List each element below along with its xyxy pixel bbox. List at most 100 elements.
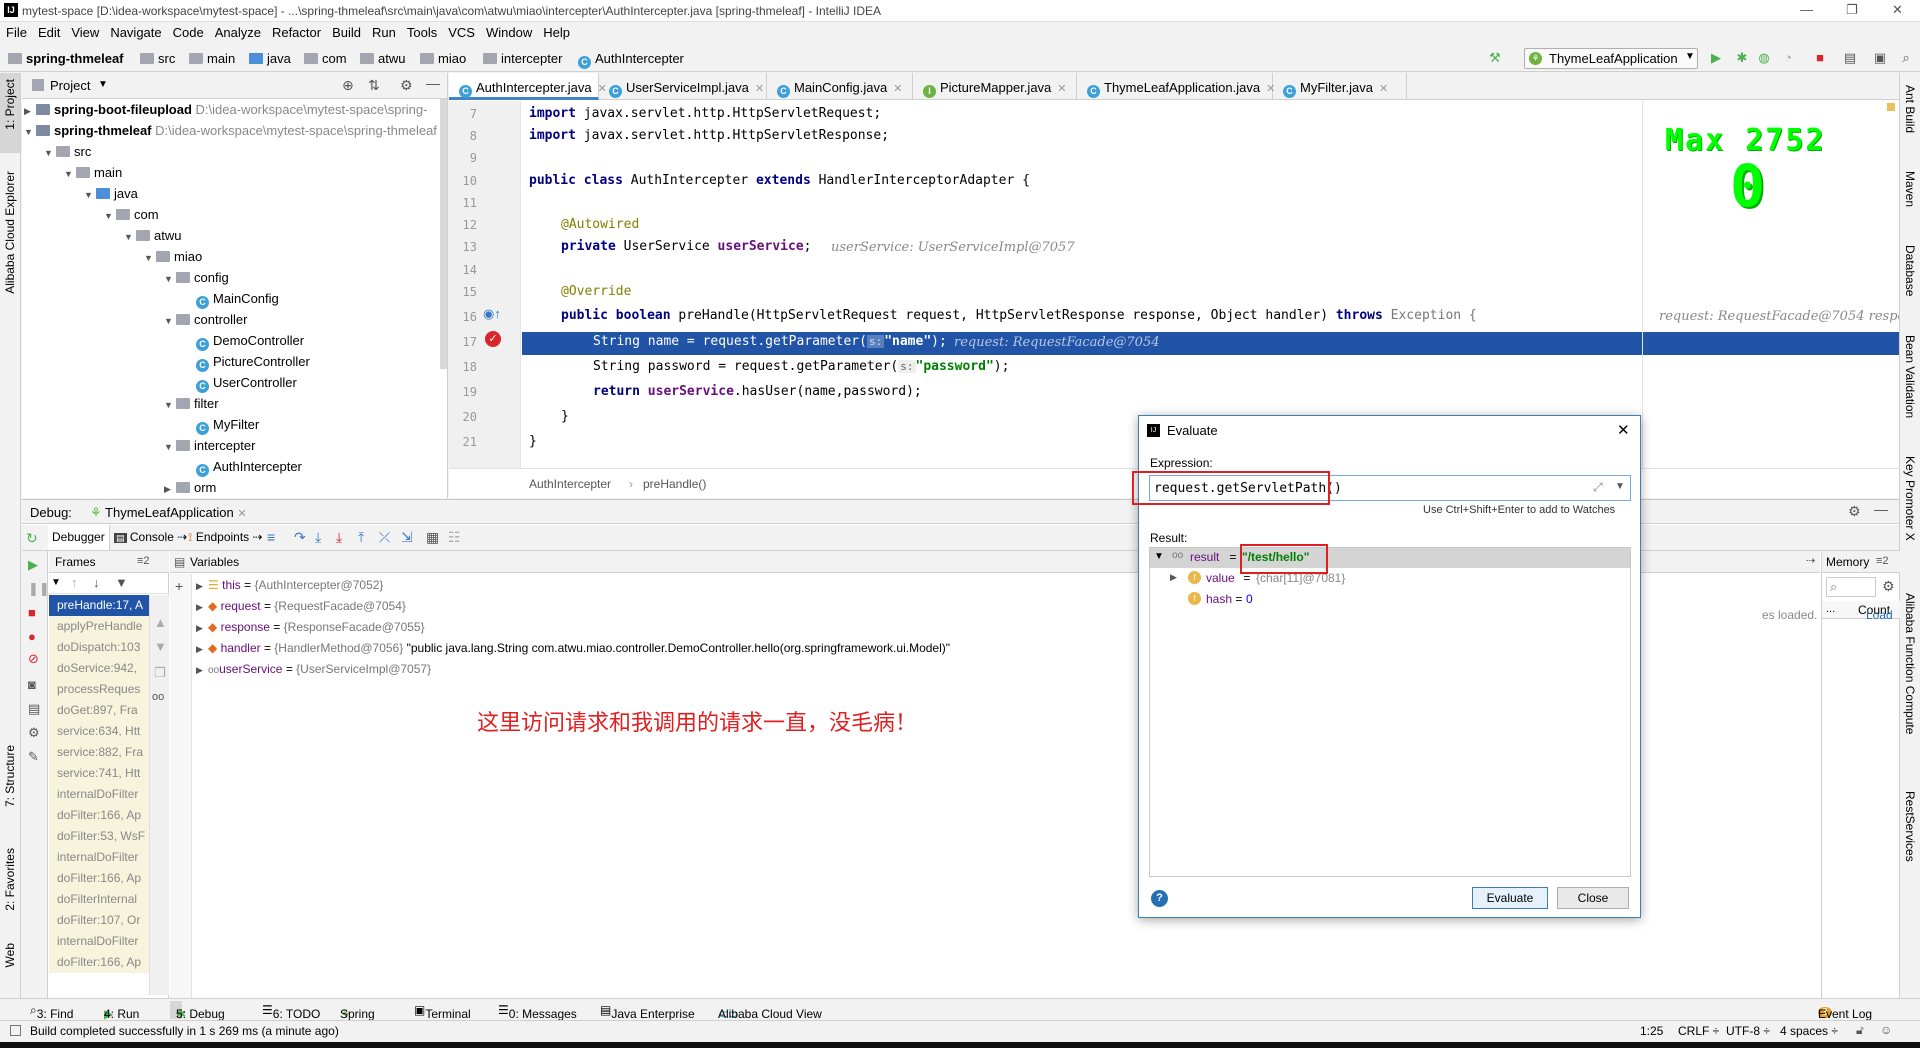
close-icon[interactable]: ✕ (893, 83, 902, 95)
tree-item[interactable]: ▼ miao (144, 246, 202, 267)
sdk-icon[interactable]: ▣ (1872, 50, 1888, 66)
code-line-13[interactable]: private UserService userService; (561, 239, 811, 254)
close-icon[interactable]: ✕ (1617, 421, 1630, 439)
evaluate-icon[interactable]: ▦ (426, 529, 439, 546)
breadcrumb-atwu[interactable]: atwu (360, 51, 405, 66)
tab-userserviceimpl[interactable]: C UserServiceImpl.java ✕ (599, 73, 767, 100)
close-icon[interactable]: ✕ (1379, 83, 1388, 95)
stop-icon[interactable]: ■ (28, 605, 36, 620)
editor-crumb-method[interactable]: preHandle() (643, 477, 706, 491)
menu-edit[interactable]: Edit (32, 22, 65, 40)
close-icon[interactable]: ✕ (755, 83, 764, 95)
gear-icon[interactable]: ⚙ (400, 77, 413, 94)
code-line-10[interactable]: public class AuthIntercepter extends Han… (529, 173, 1030, 188)
tool-tab-project[interactable]: 1: Project (3, 79, 17, 130)
add-watch-icon[interactable]: + (175, 578, 183, 594)
close-icon[interactable]: ✕ (1057, 83, 1066, 95)
menu-run[interactable]: Run (366, 22, 401, 40)
coverage-icon[interactable]: ◍ (1756, 50, 1772, 66)
step-into-icon[interactable]: ⤓ (315, 529, 321, 546)
variable-row[interactable]: ▶ ◆ handler = {HandlerMethod@7056} "publi… (196, 638, 950, 659)
tool-tab-key-promoter[interactable]: Key Promoter X (1903, 456, 1917, 541)
status-panel-toggle-icon[interactable] (10, 1025, 21, 1036)
collapse-icon[interactable]: ⇅ (368, 77, 380, 94)
caret-position[interactable]: 1:25 (1640, 1024, 1663, 1038)
mute-breakpoints-icon[interactable]: ⊘ (28, 651, 39, 667)
breakpoint-icon[interactable]: ✓ (485, 331, 501, 347)
force-step-into-icon[interactable]: ⤓ (336, 529, 342, 546)
tool-tab-todo[interactable]: ☰ 6: TODO (262, 1003, 320, 1021)
tool-tab-java-enterprise[interactable]: ▤ Java Enterprise (600, 1003, 695, 1021)
tree-item[interactable]: ▼ filter (164, 393, 219, 414)
menu-window[interactable]: Window (480, 22, 537, 40)
locate-icon[interactable]: ⊕ (342, 77, 354, 94)
breadcrumb-project[interactable]: spring-thmeleaf (8, 51, 124, 66)
menu-code[interactable]: Code (167, 22, 209, 40)
gear-icon[interactable]: ⚙ (1882, 578, 1895, 595)
up-icon[interactable]: ▲ (154, 615, 167, 630)
tab-debugger[interactable]: Debugger (48, 525, 110, 550)
down-icon[interactable]: ▼ (154, 639, 167, 654)
view-breakpoints-icon[interactable]: ● (28, 629, 36, 644)
tree-item[interactable]: ▼ controller (164, 309, 247, 330)
scrollbar[interactable] (440, 99, 447, 369)
tab-console[interactable]: ▤ Console ⇢ (114, 530, 187, 544)
menu-vcs[interactable]: VCS (442, 22, 480, 40)
code-line-7[interactable]: import javax.servlet.http.HttpServletReq… (529, 106, 881, 121)
breadcrumb-main[interactable]: main (189, 51, 235, 66)
code-line-21[interactable]: } (529, 434, 537, 449)
indent-setting[interactable]: 4 spaces ÷ (1780, 1024, 1838, 1038)
chevron-down-icon[interactable]: ▼ (1615, 481, 1625, 492)
project-panel-title[interactable]: Project (50, 78, 90, 93)
tree-item[interactable]: C DemoController (196, 330, 304, 351)
restore-icon[interactable]: ≡2 (137, 555, 150, 567)
tab-thymeleafapplication[interactable]: C ThymeLeafApplication.java ✕ (1077, 73, 1275, 100)
tree-item[interactable]: C MainConfig (196, 288, 279, 309)
menu-file[interactable]: File (0, 22, 32, 40)
up-icon[interactable]: ↑ (71, 575, 78, 590)
tool-tab-web[interactable]: Web (3, 943, 17, 967)
down-icon[interactable]: ↓ (93, 575, 100, 590)
resume-icon[interactable]: ▶ (28, 557, 38, 573)
tree-item[interactable]: ▶ orm (164, 477, 216, 498)
tool-tab-database[interactable]: Database (1903, 245, 1917, 296)
close-icon[interactable]: ✕ (237, 508, 246, 520)
tool-tab-debug[interactable]: ✱ 5: Debug (170, 1001, 225, 1021)
threads-icon[interactable]: ≡ (267, 529, 275, 545)
variable-row[interactable]: ▶ ◆ request = {RequestFacade@7054} (196, 596, 406, 617)
memory-search-input[interactable]: ⌕ (1826, 577, 1876, 597)
tree-item[interactable]: ▼ config (164, 267, 229, 288)
restore-icon[interactable]: ⇢ (1806, 554, 1815, 567)
tab-picturemapper[interactable]: I PictureMapper.java ✕ (913, 73, 1077, 100)
run-config-select[interactable]: ⚘ ThymeLeafApplication ▼ (1524, 48, 1698, 69)
line-separator[interactable]: CRLF ÷ (1678, 1024, 1719, 1038)
gear-icon[interactable]: ⚙ (28, 725, 40, 741)
tool-tab-bean-validation[interactable]: Bean Validation (1903, 335, 1917, 418)
maximize-button[interactable]: ❐ (1846, 2, 1858, 18)
tree-item[interactable]: ▶ spring-boot-fileupload D:\idea-workspac… (24, 99, 427, 120)
camera-icon[interactable]: ◙ (28, 677, 36, 692)
gear-icon[interactable]: ⚙ (1848, 503, 1861, 520)
tab-mainconfig[interactable]: C MainConfig.java ✕ (767, 73, 913, 100)
tool-tab-ant-build[interactable]: Ant Build (1903, 85, 1917, 133)
hide-icon[interactable]: — (426, 75, 440, 91)
editor-crumb-class[interactable]: AuthIntercepter (529, 477, 611, 491)
close-button[interactable]: Close (1557, 887, 1629, 909)
watch-glasses-icon[interactable]: oo (152, 691, 164, 703)
filter-icon[interactable]: ▼ (115, 575, 128, 590)
code-line-19[interactable]: return userService.hasUser(name,password… (593, 384, 922, 399)
code-line-15[interactable]: @Override (561, 284, 631, 299)
memory-load-link[interactable]: Load (1866, 608, 1893, 622)
expand-icon[interactable]: ⤢ (1593, 480, 1603, 495)
step-over-icon[interactable]: ↷ (294, 529, 306, 546)
tool-tab-terminal[interactable]: ▣ Terminal (414, 1003, 471, 1021)
breadcrumb-com[interactable]: com (304, 51, 347, 66)
run-to-cursor-icon[interactable]: ⇲ (401, 529, 413, 546)
variable-row[interactable]: ▶ ☰ this = {AuthIntercepter@7052} (196, 575, 383, 596)
project-structure-icon[interactable]: ▤ (1842, 50, 1858, 66)
tree-item[interactable]: ▼ intercepter (164, 435, 255, 456)
search-icon[interactable]: ⌕ (1898, 50, 1914, 66)
menu-navigate[interactable]: Navigate (104, 22, 166, 40)
tree-item[interactable]: C PictureController (196, 351, 310, 372)
tool-tab-structure[interactable]: 7: Structure (3, 745, 17, 807)
